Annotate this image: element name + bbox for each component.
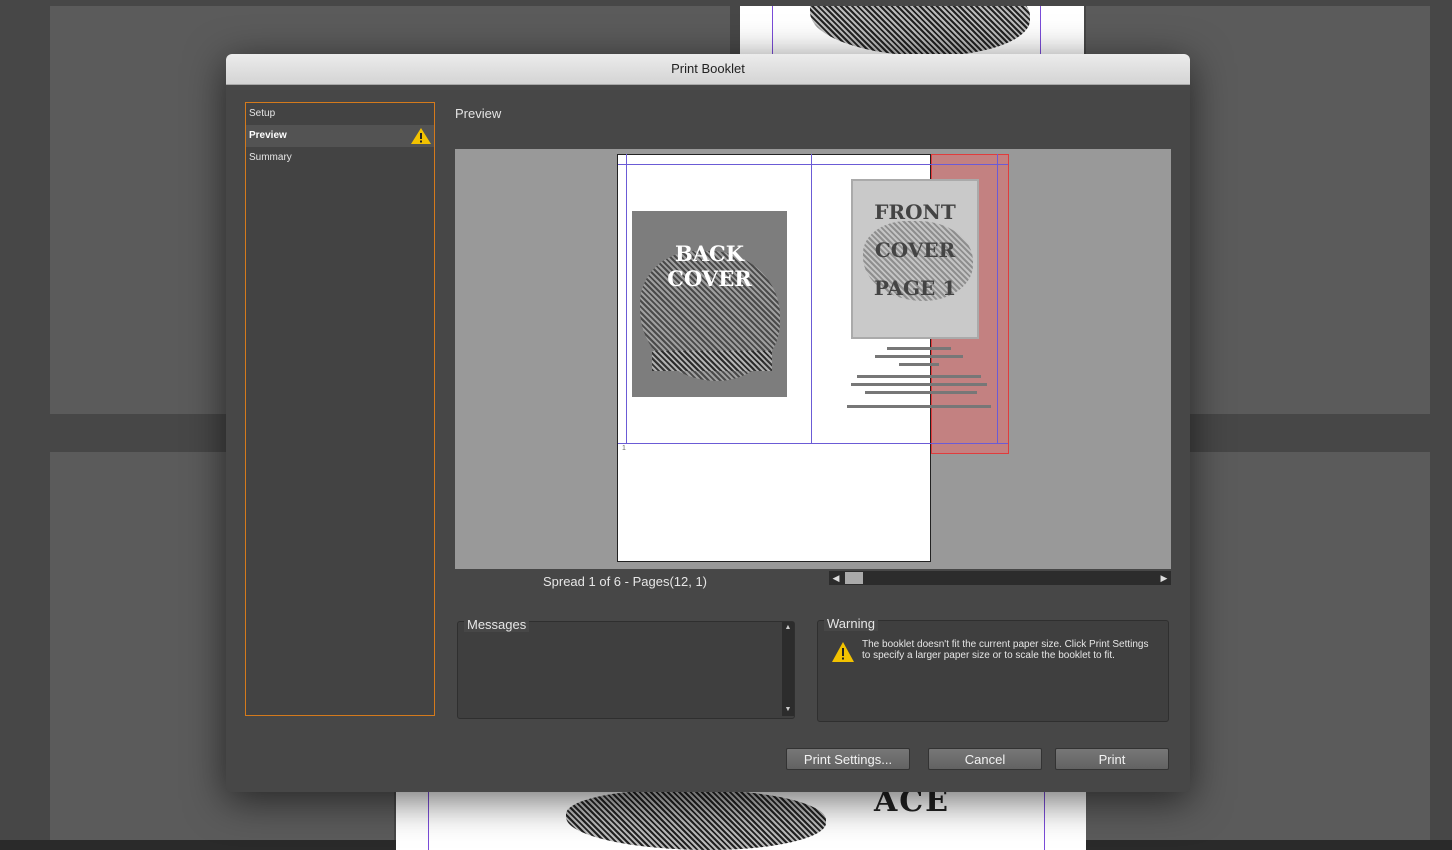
messages-title: Messages bbox=[464, 617, 530, 632]
sidebar-item-preview[interactable]: Preview bbox=[246, 125, 434, 147]
text-line bbox=[851, 383, 987, 386]
margin-guide bbox=[811, 154, 812, 444]
scrollbar-thumb[interactable] bbox=[845, 572, 863, 584]
background-page-bottom: ACE bbox=[396, 790, 1086, 850]
sidebar-item-label: Summary bbox=[249, 152, 292, 163]
spread-label: Spread 1 of 6 - Pages(12, 1) bbox=[542, 574, 708, 589]
dialog-sidebar: Setup Preview Summary bbox=[245, 102, 435, 716]
warning-panel: Warning The booklet doesn't fit the curr… bbox=[817, 616, 1169, 722]
scroll-up-icon[interactable]: ▲ bbox=[782, 622, 794, 634]
dialog-title: Print Booklet bbox=[226, 54, 1190, 85]
back-cover-image: BACK COVER bbox=[632, 211, 787, 397]
booklet-preview: BACK COVER FRONT COVER PAGE 1 1 bbox=[455, 149, 1171, 569]
margin-guide bbox=[618, 443, 1008, 444]
background-image-halftone bbox=[566, 790, 826, 850]
print-booklet-dialog: Print Booklet Setup Preview Summary Prev… bbox=[226, 54, 1190, 792]
text-line bbox=[857, 375, 981, 378]
text-line bbox=[887, 347, 951, 350]
warning-icon bbox=[832, 642, 854, 662]
cancel-button[interactable]: Cancel bbox=[928, 748, 1042, 770]
margin-guide bbox=[618, 164, 1008, 165]
sidebar-item-label: Setup bbox=[249, 108, 276, 119]
front-cover-title: FRONT COVER PAGE 1 bbox=[873, 200, 957, 300]
text-line bbox=[847, 405, 991, 408]
preview-scrollbar[interactable]: ◀ ▶ bbox=[829, 571, 1171, 585]
page-guide bbox=[1044, 790, 1045, 850]
sidebar-item-label: Preview bbox=[249, 130, 287, 141]
print-button[interactable]: Print bbox=[1055, 748, 1169, 770]
text-line bbox=[875, 355, 963, 358]
scroll-right-icon[interactable]: ▶ bbox=[1157, 571, 1171, 585]
warning-icon bbox=[411, 128, 431, 144]
background-image-halftone bbox=[810, 6, 1030, 56]
messages-panel: Messages ▲ ▼ bbox=[457, 617, 795, 719]
scroll-down-icon[interactable]: ▼ bbox=[782, 704, 794, 716]
text-line bbox=[865, 391, 977, 394]
margin-guide bbox=[626, 154, 627, 444]
preview-heading: Preview bbox=[455, 106, 502, 121]
warning-message: The booklet doesn't fit the current pape… bbox=[862, 639, 1149, 661]
back-cover-title: BACK COVER bbox=[667, 241, 752, 292]
front-cover-image: FRONT COVER PAGE 1 bbox=[851, 179, 979, 339]
text-line bbox=[899, 363, 939, 366]
background-page-text: ACE bbox=[874, 790, 951, 819]
print-settings-button[interactable]: Print Settings... bbox=[786, 748, 910, 770]
sidebar-item-summary[interactable]: Summary bbox=[246, 147, 434, 169]
scroll-left-icon[interactable]: ◀ bbox=[829, 571, 843, 585]
messages-scrollbar[interactable]: ▲ ▼ bbox=[782, 622, 794, 716]
page-guide bbox=[428, 790, 429, 850]
cover-halftone bbox=[652, 351, 772, 371]
sidebar-item-setup[interactable]: Setup bbox=[246, 103, 434, 125]
page-number-mark: 1 bbox=[622, 445, 626, 452]
warning-title: Warning bbox=[824, 616, 878, 631]
margin-guide bbox=[997, 154, 998, 444]
